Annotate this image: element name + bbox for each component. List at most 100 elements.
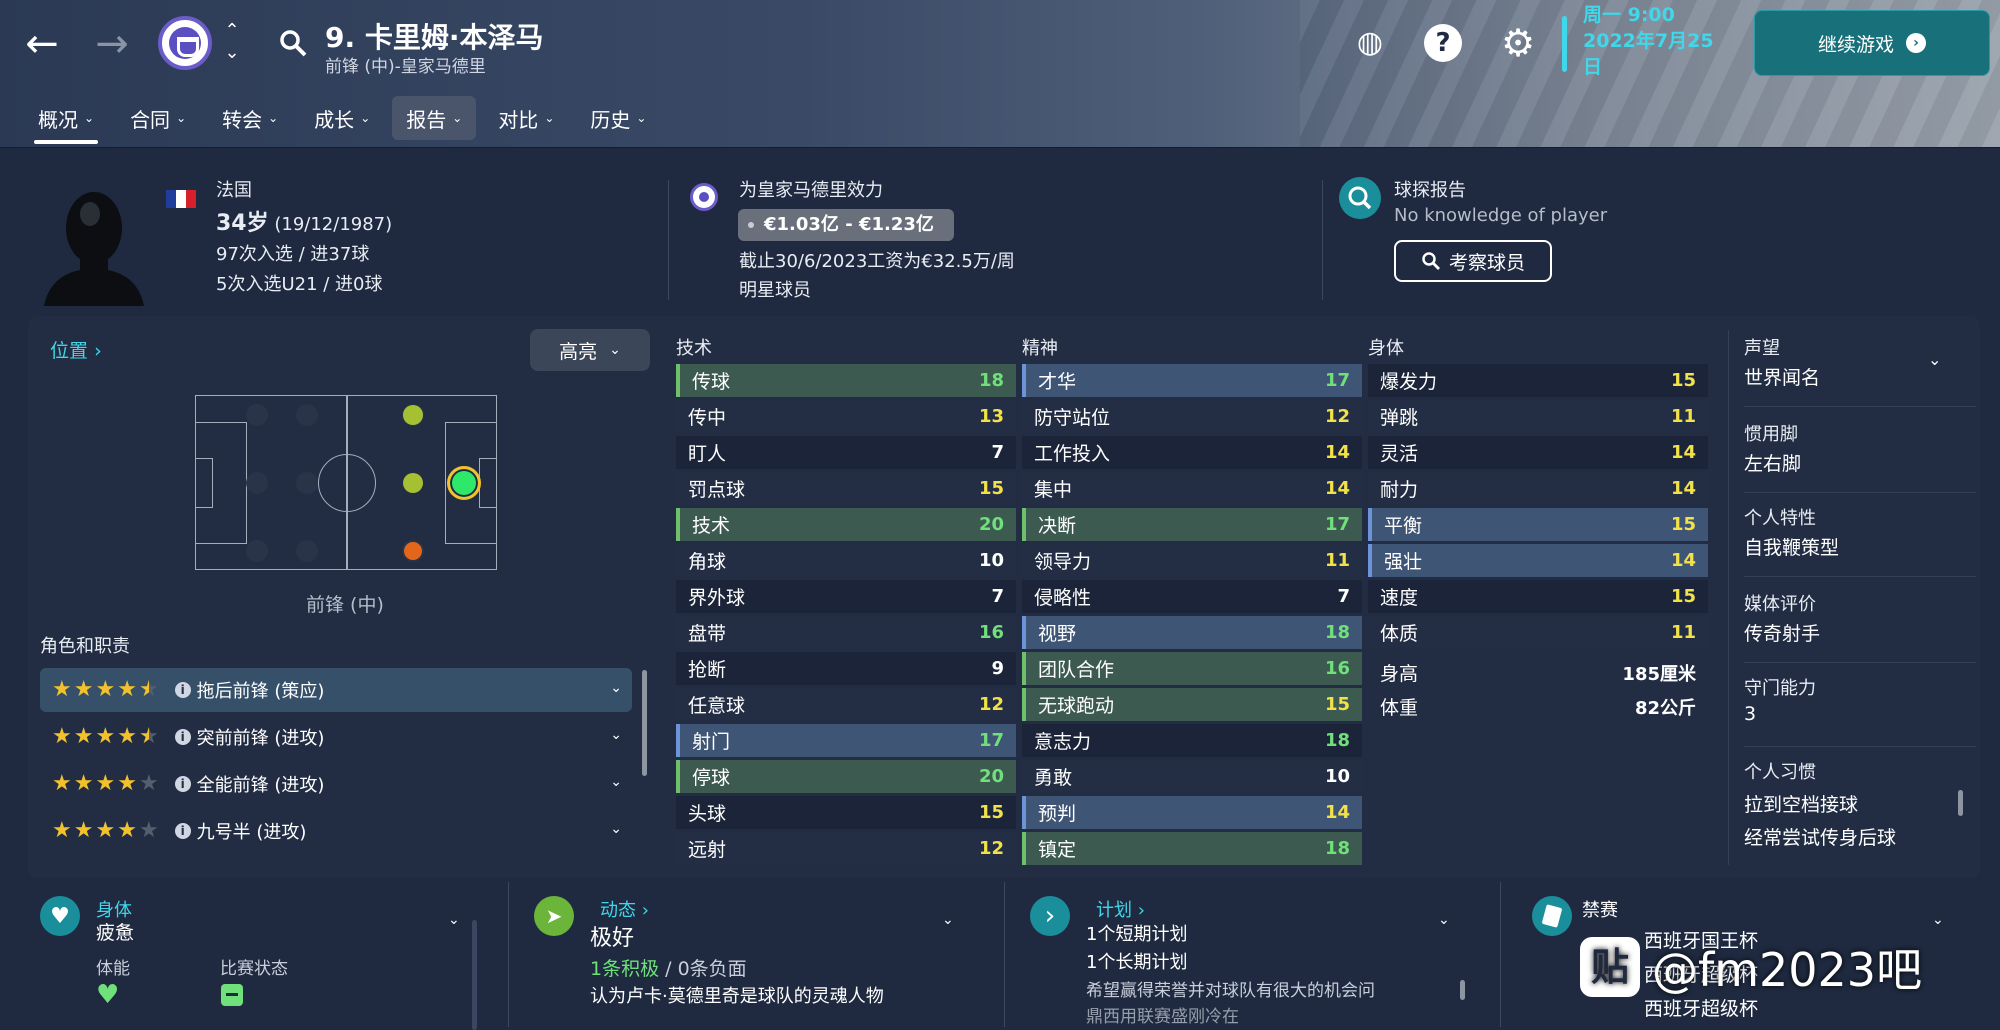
chevron-down-icon[interactable]: ⌄ — [1932, 912, 1944, 928]
roles-scrollbar[interactable] — [642, 670, 647, 776]
attribute-row[interactable]: 任意球 12 — [676, 688, 1016, 721]
card-title-dynamics[interactable]: 动态 › — [600, 896, 649, 922]
club-status[interactable]: 为皇家马德里效力 — [739, 176, 883, 202]
chevron-down-icon[interactable]: ⌄ — [942, 912, 954, 928]
attribute-row[interactable]: 弹跳 11 — [1368, 400, 1708, 433]
position-marker[interactable] — [246, 404, 268, 426]
attribute-row[interactable]: 镇定 18 — [1022, 832, 1362, 865]
chevron-down-icon[interactable]: ⌄ — [610, 727, 622, 743]
club-badge-icon[interactable] — [690, 183, 718, 211]
continue-button[interactable]: 继续游戏 › — [1754, 10, 1990, 76]
tab-compare[interactable]: 对比 ⌄ — [484, 96, 568, 140]
attribute-row[interactable]: 界外球 7 — [676, 580, 1016, 613]
tab-reports[interactable]: 报告 ⌄ — [392, 96, 477, 140]
attribute-row[interactable]: 无球跑动 15 — [1022, 688, 1362, 721]
card-title-plans[interactable]: 计划 › — [1096, 896, 1145, 922]
nationality[interactable]: 法国 — [216, 176, 252, 202]
position-link[interactable]: 位置 › — [50, 336, 102, 363]
position-dot-natural[interactable] — [447, 466, 481, 500]
attribute-row[interactable]: 盯人 7 — [676, 436, 1016, 469]
role-row[interactable]: ★ ★ ★ ★ ★ i 突前前锋 (进攻) ⌄ — [40, 715, 632, 759]
attribute-row[interactable]: 头球 15 — [676, 796, 1016, 829]
info-icon[interactable]: i — [174, 682, 191, 698]
attribute-row[interactable]: 集中 14 — [1022, 472, 1362, 505]
attribute-row[interactable]: 射门 17 — [676, 724, 1016, 757]
attribute-row[interactable]: 远射 12 — [676, 832, 1016, 865]
highlight-dropdown[interactable]: 高亮 ⌄ — [530, 329, 650, 371]
attribute-row[interactable]: 爆发力 15 — [1368, 364, 1708, 397]
chevron-down-icon[interactable]: ⌄ — [610, 821, 622, 837]
tab-contract[interactable]: 合同 ⌄ — [116, 96, 200, 140]
scout-player-button[interactable]: 考察球员 — [1394, 240, 1552, 282]
attribute-row[interactable]: 平衡 15 — [1368, 508, 1708, 541]
chevron-down-icon[interactable]: ⌄ — [448, 912, 460, 928]
tab-overview[interactable]: 概况 ⌄ — [24, 96, 108, 144]
attribute-row[interactable]: 视野 18 — [1022, 616, 1362, 649]
position-marker[interactable] — [246, 472, 268, 494]
transfer-value[interactable]: €1.03亿 - €1.23亿 — [738, 209, 954, 241]
back-icon[interactable]: ← — [22, 24, 62, 64]
tab-transfer[interactable]: 转会 ⌄ — [208, 96, 292, 140]
attribute-row[interactable]: 强壮 14 — [1368, 544, 1708, 577]
attribute-row[interactable]: 决断 17 — [1022, 508, 1362, 541]
tab-history[interactable]: 历史 ⌄ — [576, 96, 660, 140]
position-dot-competent[interactable] — [403, 405, 423, 425]
watermark: 贴 @fm2023吧 — [1580, 932, 1922, 1002]
position-marker[interactable] — [296, 404, 318, 426]
attribute-row[interactable]: 领导力 11 — [1022, 544, 1362, 577]
card-scrollbar[interactable] — [472, 920, 477, 1030]
attribute-row[interactable]: 团队合作 16 — [1022, 652, 1362, 685]
attribute-row[interactable]: 速度 15 — [1368, 580, 1708, 613]
attribute-row[interactable]: 灵活 14 — [1368, 436, 1708, 469]
forward-icon[interactable]: → — [92, 24, 132, 64]
chevron-down-icon[interactable]: ⌄ — [610, 774, 622, 790]
position-marker[interactable] — [296, 540, 318, 562]
attribute-row[interactable]: 预判 14 — [1022, 796, 1362, 829]
attribute-row[interactable]: 防守站位 12 — [1022, 400, 1362, 433]
info-icon[interactable]: i — [174, 823, 191, 839]
search-icon[interactable] — [278, 28, 308, 58]
star-icon: ★ — [95, 818, 116, 843]
attribute-row[interactable]: 体质 11 — [1368, 616, 1708, 649]
tab-label: 概况 — [38, 107, 78, 132]
role-row[interactable]: ★ ★ ★ ★ ★ i 九号半 (进攻) ⌄ — [40, 809, 632, 853]
empty-star-icon: ★ — [138, 818, 159, 843]
position-marker[interactable] — [296, 472, 318, 494]
info-scrollbar[interactable] — [1958, 790, 1963, 816]
chevron-down-icon[interactable]: ⌄ — [1928, 350, 1941, 369]
help-icon[interactable]: ? — [1424, 24, 1462, 62]
game-date[interactable]: 周一 9:00 2022年7月25 日 — [1583, 2, 1733, 80]
attribute-row[interactable]: 才华 17 — [1022, 364, 1362, 397]
player-switch-icon[interactable]: ⌃ ⌄ — [222, 20, 242, 64]
tab-development[interactable]: 成长 ⌄ — [300, 96, 384, 140]
attribute-row[interactable]: 技术 20 — [676, 508, 1016, 541]
attribute-value: 15 — [1670, 514, 1696, 535]
attribute-row[interactable]: 传球 18 — [676, 364, 1016, 397]
attribute-row[interactable]: 传中 13 — [676, 400, 1016, 433]
club-crest-icon[interactable] — [158, 16, 212, 70]
attribute-row[interactable]: 角球 10 — [676, 544, 1016, 577]
chevron-down-icon[interactable]: ⌄ — [1438, 912, 1450, 928]
position-dot-competent[interactable] — [403, 473, 423, 493]
attribute-row[interactable]: 工作投入 14 — [1022, 436, 1362, 469]
chevron-down-icon[interactable]: ⌄ — [610, 680, 622, 696]
gear-icon[interactable]: ⚙ — [1499, 24, 1537, 62]
position-dot-unconvincing[interactable] — [404, 542, 422, 560]
attribute-row[interactable]: 罚点球 15 — [676, 472, 1016, 505]
info-icon[interactable]: i — [174, 729, 191, 745]
attribute-row[interactable]: 意志力 18 — [1022, 724, 1362, 757]
globe-icon[interactable]: ◍ — [1351, 24, 1389, 62]
role-row[interactable]: ★ ★ ★ ★ ★ i 全能前锋 (进攻) ⌄ — [40, 762, 632, 806]
attribute-row[interactable]: 抢断 9 — [676, 652, 1016, 685]
position-marker[interactable] — [246, 540, 268, 562]
role-row[interactable]: ★ ★ ★ ★ ★ i 拖后前锋 (策应) ⌄ — [40, 668, 632, 712]
attribute-row[interactable]: 耐力 14 — [1368, 472, 1708, 505]
attribute-row[interactable]: 盘带 16 — [676, 616, 1016, 649]
height-value: 185厘米 — [1622, 663, 1696, 685]
attribute-row[interactable]: 勇敢 10 — [1022, 760, 1362, 793]
attribute-row[interactable]: 停球 20 — [676, 760, 1016, 793]
card-scrollbar[interactable] — [1460, 980, 1465, 1000]
info-icon[interactable]: i — [174, 776, 191, 792]
divider — [1744, 406, 1976, 407]
attribute-row[interactable]: 侵略性 7 — [1022, 580, 1362, 613]
